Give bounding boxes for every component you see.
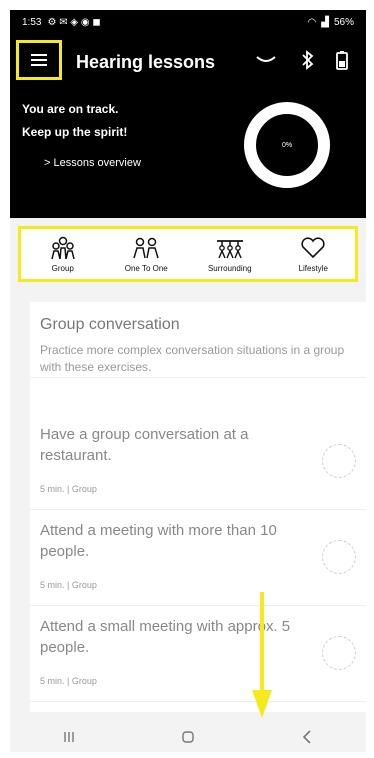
progress-panel: You are on track. Keep up the spirit! > …	[10, 90, 366, 218]
lessons-overview-link[interactable]: > Lessons overview	[44, 157, 141, 169]
tab-label: Lifestyle	[298, 263, 328, 273]
lesson-title: Attend a meeting with more than 10 peopl…	[40, 522, 277, 560]
heart-icon	[300, 236, 326, 260]
status-message: You are on track.	[22, 102, 119, 116]
tab-label: Group	[51, 263, 74, 273]
tab-label: Surrounding	[207, 263, 252, 273]
tab-label: One To One	[124, 263, 168, 273]
lesson-meta: 5 min. | Group	[40, 676, 97, 686]
scroll-down-arrow-icon	[252, 592, 272, 718]
progress-percent: 0%	[281, 141, 293, 149]
surrounding-icon	[215, 236, 245, 260]
app-title: Hearing lessons	[76, 52, 216, 72]
recent-apps-button[interactable]	[49, 725, 89, 749]
lesson-title: Have a group conversation at a restauran…	[40, 426, 249, 464]
status-bar: 1:53 ⚙ ✉ ◈ ◉ ◼ ◠ ▟ 56%	[10, 10, 366, 34]
list-item[interactable]: Have a group conversation at a restauran…	[30, 414, 366, 510]
status-time: 1:53	[22, 16, 42, 28]
battery-icon[interactable]	[330, 48, 354, 72]
encouragement-message: Keep up the spirit!	[22, 125, 128, 139]
notification-icons: ⚙ ✉ ◈ ◉ ◼	[47, 16, 101, 28]
app-bar: Hearing lessons	[10, 34, 366, 90]
phone-screen: 1:53 ⚙ ✉ ◈ ◉ ◼ ◠ ▟ 56% Hearing lessons Y…	[10, 10, 366, 752]
category-tabs: Group One To One Surrounding Lifestyle	[18, 226, 358, 282]
completion-circle-icon[interactable]	[322, 444, 356, 478]
hamburger-icon	[31, 54, 47, 66]
back-button[interactable]	[287, 725, 327, 749]
home-button[interactable]	[168, 725, 208, 749]
tab-lifestyle[interactable]: Lifestyle	[278, 236, 348, 273]
wifi-icon: ◠	[307, 16, 317, 28]
menu-button[interactable]	[16, 40, 62, 80]
system-nav-bar	[10, 722, 366, 752]
lesson-meta: 5 min. | Group	[40, 580, 97, 590]
completion-circle-icon[interactable]	[322, 636, 356, 670]
lesson-list: Group conversation Practice more complex…	[30, 302, 366, 712]
section-header: Group conversation Practice more complex…	[30, 302, 366, 378]
bluetooth-icon[interactable]	[296, 48, 320, 72]
tab-one-to-one[interactable]: One To One	[111, 236, 181, 273]
progress-ring: 0%	[244, 102, 330, 188]
hearing-aid-icon[interactable]	[254, 48, 278, 72]
section-description: Practice more complex conversation situa…	[40, 343, 345, 374]
lesson-meta: 5 min. | Group	[40, 484, 97, 494]
completion-circle-icon[interactable]	[322, 540, 356, 574]
section-title: Group conversation	[40, 316, 180, 333]
group-icon	[50, 236, 76, 260]
list-item[interactable]: Attend a meeting with more than 10 peopl…	[30, 510, 366, 606]
tab-surrounding[interactable]: Surrounding	[195, 236, 265, 273]
tab-group[interactable]: Group	[28, 236, 98, 273]
list-item[interactable]: Attend a small meeting with approx. 5 pe…	[30, 606, 366, 702]
one-to-one-icon	[132, 236, 160, 260]
battery-level: 56%	[333, 16, 354, 28]
signal-icon: ▟	[321, 16, 329, 28]
